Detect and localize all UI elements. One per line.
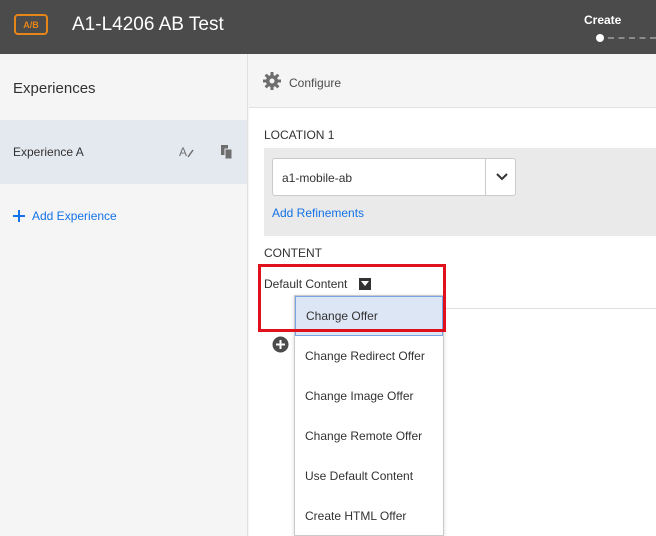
step-progress bbox=[596, 34, 656, 42]
location-title: LOCATION 1 bbox=[264, 128, 335, 142]
chevron-down-icon bbox=[496, 173, 508, 181]
experiences-sidebar: Experiences Experience A A Add Experienc… bbox=[0, 54, 248, 536]
content-action-menu: Change Offer Change Redirect Offer Chang… bbox=[294, 295, 444, 536]
add-experience-label: Add Experience bbox=[32, 209, 117, 223]
app-header: A/B A1-L4206 AB Test Create bbox=[0, 0, 656, 54]
step-create-label[interactable]: Create bbox=[584, 13, 621, 27]
rename-icon[interactable]: A bbox=[178, 144, 194, 160]
content-title: CONTENT bbox=[264, 246, 322, 260]
add-experience-button[interactable]: Add Experience bbox=[12, 209, 117, 223]
sidebar-title: Experiences bbox=[13, 80, 96, 97]
experience-label: Experience A bbox=[13, 145, 84, 159]
experience-item-a[interactable]: Experience A A bbox=[0, 120, 247, 184]
gear-icon[interactable] bbox=[263, 72, 281, 90]
location-select-value: a1-mobile-ab bbox=[282, 171, 353, 185]
menu-item-change-redirect-offer[interactable]: Change Redirect Offer bbox=[295, 336, 443, 376]
default-content-dropdown[interactable]: Default Content bbox=[264, 277, 372, 291]
step-progress-track bbox=[608, 37, 656, 39]
configure-bar: Configure bbox=[249, 54, 656, 108]
svg-text:A: A bbox=[179, 145, 187, 159]
add-circle-icon[interactable] bbox=[272, 336, 289, 353]
select-divider bbox=[485, 159, 486, 195]
ab-test-icon: A/B bbox=[14, 14, 48, 35]
location-panel: a1-mobile-ab Add Refinements bbox=[264, 148, 656, 236]
menu-item-change-offer[interactable]: Change Offer bbox=[295, 296, 443, 336]
activity-title[interactable]: A1-L4206 AB Test bbox=[72, 14, 224, 36]
content-divider bbox=[443, 308, 656, 309]
caret-down-icon[interactable] bbox=[359, 278, 372, 290]
step-dot-active[interactable] bbox=[596, 34, 604, 42]
menu-item-change-image-offer[interactable]: Change Image Offer bbox=[295, 376, 443, 416]
menu-item-create-html-offer[interactable]: Create HTML Offer bbox=[295, 496, 443, 536]
menu-item-use-default-content[interactable]: Use Default Content bbox=[295, 456, 443, 496]
location-select[interactable]: a1-mobile-ab bbox=[272, 158, 516, 196]
add-refinements-link[interactable]: Add Refinements bbox=[272, 206, 364, 220]
menu-item-change-remote-offer[interactable]: Change Remote Offer bbox=[295, 416, 443, 456]
default-content-label: Default Content bbox=[264, 277, 348, 291]
plus-icon bbox=[13, 210, 25, 222]
copy-icon[interactable] bbox=[220, 144, 234, 160]
configure-label[interactable]: Configure bbox=[289, 76, 341, 90]
